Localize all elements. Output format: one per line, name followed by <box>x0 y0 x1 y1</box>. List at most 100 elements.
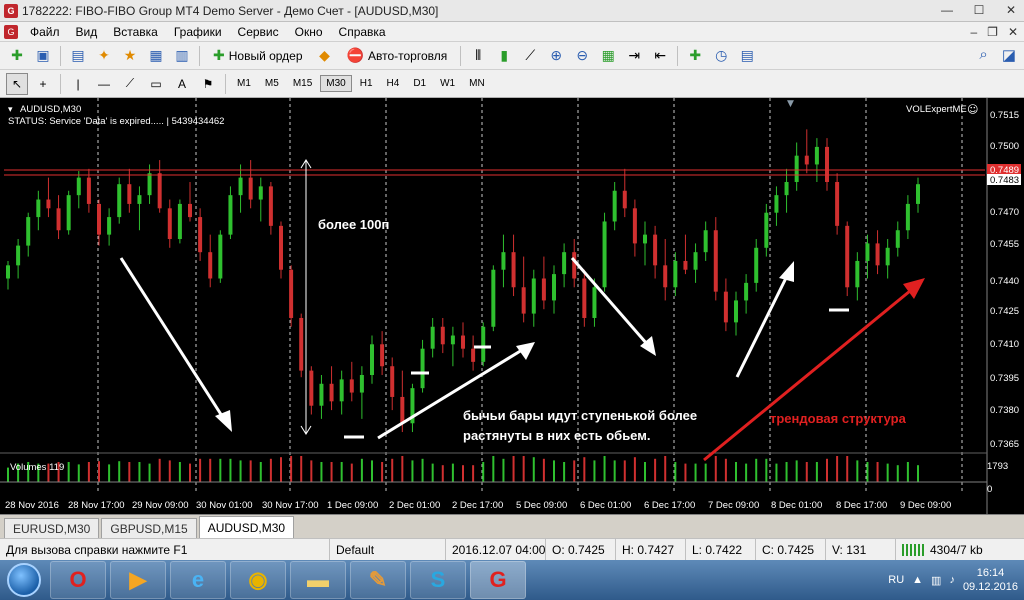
skype-icon: S <box>430 567 446 592</box>
tab-audusd[interactable]: AUDUSD,M30 <box>198 516 295 538</box>
line-chart-button[interactable]: ⟋ <box>519 45 541 67</box>
close-icon[interactable]: ✕ <box>1002 3 1020 17</box>
menu-charts[interactable]: Графики <box>166 25 230 39</box>
bar-chart-button[interactable]: ⫴ <box>467 45 489 67</box>
timeframe-d1[interactable]: D1 <box>407 75 432 92</box>
menu-window[interactable]: Окно <box>287 25 331 39</box>
new-order-button[interactable]: ✚ Новый ордер <box>206 45 310 67</box>
status-connection[interactable]: 4304/7 kb <box>896 539 1024 561</box>
channel-tool[interactable]: ▭ <box>145 73 167 95</box>
tester-button[interactable]: ▥ <box>171 45 193 67</box>
minimize-icon[interactable]: — <box>938 3 956 17</box>
volume-bar <box>856 460 859 482</box>
arrow-down-1[interactable] <box>119 257 224 417</box>
tab-eurusd[interactable]: EURUSD,M30 <box>4 518 100 538</box>
bull-annotation-line1: бычьи бары идут ступенькой более <box>463 408 697 423</box>
timeframe-h4[interactable]: H4 <box>381 75 406 92</box>
chart-shift-button[interactable]: ⇥ <box>623 45 645 67</box>
volume-bar <box>805 462 808 482</box>
candle-body <box>420 348 425 389</box>
chat-icon[interactable]: ◪ <box>1002 46 1016 64</box>
tile-windows-button[interactable]: ▦ <box>597 45 619 67</box>
paint-taskbar-button[interactable]: ✎ <box>350 561 406 599</box>
candle-body <box>683 260 688 270</box>
explorer-taskbar-button[interactable]: ▬ <box>290 561 346 599</box>
tray-expand-icon[interactable]: ▲ <box>912 574 923 586</box>
timeframe-h1[interactable]: H1 <box>354 75 379 92</box>
volume-bar <box>108 464 111 482</box>
label-tool[interactable]: ⚑ <box>197 73 219 95</box>
timeframe-m5[interactable]: M5 <box>259 75 285 92</box>
zoom-in-button[interactable]: ⊕ <box>545 45 567 67</box>
menu-help[interactable]: Справка <box>331 25 394 39</box>
candlestick-button[interactable]: ▮ <box>493 45 515 67</box>
terminal-button[interactable]: ▦ <box>145 45 167 67</box>
vertical-line-icon: | <box>76 76 80 91</box>
status-datetime: 2016.12.07 04:00 <box>446 538 546 561</box>
profiles-button[interactable]: ▣ <box>32 45 54 67</box>
candle-body <box>137 195 142 204</box>
timeframe-m30[interactable]: M30 <box>320 75 352 92</box>
crosshair-tool[interactable]: + <box>32 73 54 95</box>
timeframe-w1[interactable]: W1 <box>434 75 461 92</box>
search-icon[interactable]: ⌕ <box>979 46 987 64</box>
indicators-button[interactable]: ✚ <box>684 45 706 67</box>
horizontal-line-tool[interactable]: — <box>93 73 115 95</box>
zoom-out-button[interactable]: ⊖ <box>571 45 593 67</box>
volume-bar <box>906 462 909 482</box>
candle-body <box>76 177 81 196</box>
tab-gbpusd[interactable]: GBPUSD,M15 <box>101 518 197 538</box>
data-window-button[interactable]: ✦ <box>93 45 115 67</box>
language-indicator[interactable]: RU <box>888 574 904 586</box>
tile-windows-icon: ▦ <box>601 47 615 63</box>
mt4-taskbar-button[interactable]: G <box>470 561 526 599</box>
doc-minimize-icon[interactable]: – <box>970 25 977 39</box>
market-watch-button[interactable]: ▤ <box>67 45 89 67</box>
media-player-taskbar-button[interactable]: ▶ <box>110 561 166 599</box>
clock[interactable]: 16:14 09.12.2016 <box>963 566 1018 594</box>
skype-taskbar-button[interactable]: S <box>410 561 466 599</box>
volume-icon[interactable]: ♪ <box>949 574 955 586</box>
volume-bar <box>795 460 798 482</box>
volume-bar <box>755 458 758 482</box>
chrome-taskbar-button[interactable]: ◉ <box>230 561 286 599</box>
new-chart-button[interactable]: ✚ <box>6 45 28 67</box>
volume-bar <box>77 464 80 482</box>
menu-file[interactable]: Файл <box>22 25 68 39</box>
network-icon[interactable]: ▥ <box>931 574 941 587</box>
trendline-tool[interactable]: ⟋ <box>119 73 141 95</box>
candle-body <box>430 326 435 349</box>
document-icon[interactable]: G <box>4 24 18 39</box>
time-tick: 28 Nov 2016 <box>5 500 59 511</box>
auto-trading-button[interactable]: ⛔ Авто-торговля <box>340 45 455 67</box>
internet-explorer-taskbar-button[interactable]: e <box>170 561 226 599</box>
vertical-line-tool[interactable]: | <box>67 73 89 95</box>
cursor-tool[interactable]: ↖ <box>6 72 28 95</box>
arrow-up-1[interactable] <box>377 348 523 440</box>
periods-button[interactable]: ◷ <box>710 45 732 67</box>
maximize-icon[interactable]: ☐ <box>970 3 988 17</box>
menu-view[interactable]: Вид <box>68 25 106 39</box>
start-button[interactable] <box>0 560 48 600</box>
timeframe-m15[interactable]: M15 <box>287 75 318 92</box>
doc-close-icon[interactable]: ✕ <box>1008 25 1018 39</box>
menu-tools[interactable]: Сервис <box>230 25 287 39</box>
price-tick: 0.7455 <box>990 239 1019 250</box>
navigator-button[interactable]: ★ <box>119 45 141 67</box>
price-chart[interactable]: ▾ AUDUSD,M30 STATUS: Service 'Data' is e… <box>0 98 1024 514</box>
trendline-icon: ⟋ <box>125 76 135 90</box>
doc-restore-icon[interactable]: ❐ <box>987 25 998 39</box>
text-tool[interactable]: A <box>171 73 193 95</box>
candle-body <box>117 184 122 218</box>
candle-body <box>248 177 253 200</box>
templates-button[interactable]: ▤ <box>736 45 758 67</box>
meta-editor-button[interactable]: ◆ <box>314 45 336 67</box>
menu-insert[interactable]: Вставка <box>105 25 166 39</box>
candle-body <box>268 186 273 226</box>
timeframe-mn[interactable]: MN <box>463 75 491 92</box>
autoscroll-button[interactable]: ⇤ <box>649 45 671 67</box>
timeframe-m1[interactable]: M1 <box>231 75 257 92</box>
opera-taskbar-button[interactable]: O <box>50 561 106 599</box>
volume-bar <box>512 456 515 482</box>
chart-canvas[interactable]: ▾ AUDUSD,M30 STATUS: Service 'Data' is e… <box>0 98 1024 514</box>
